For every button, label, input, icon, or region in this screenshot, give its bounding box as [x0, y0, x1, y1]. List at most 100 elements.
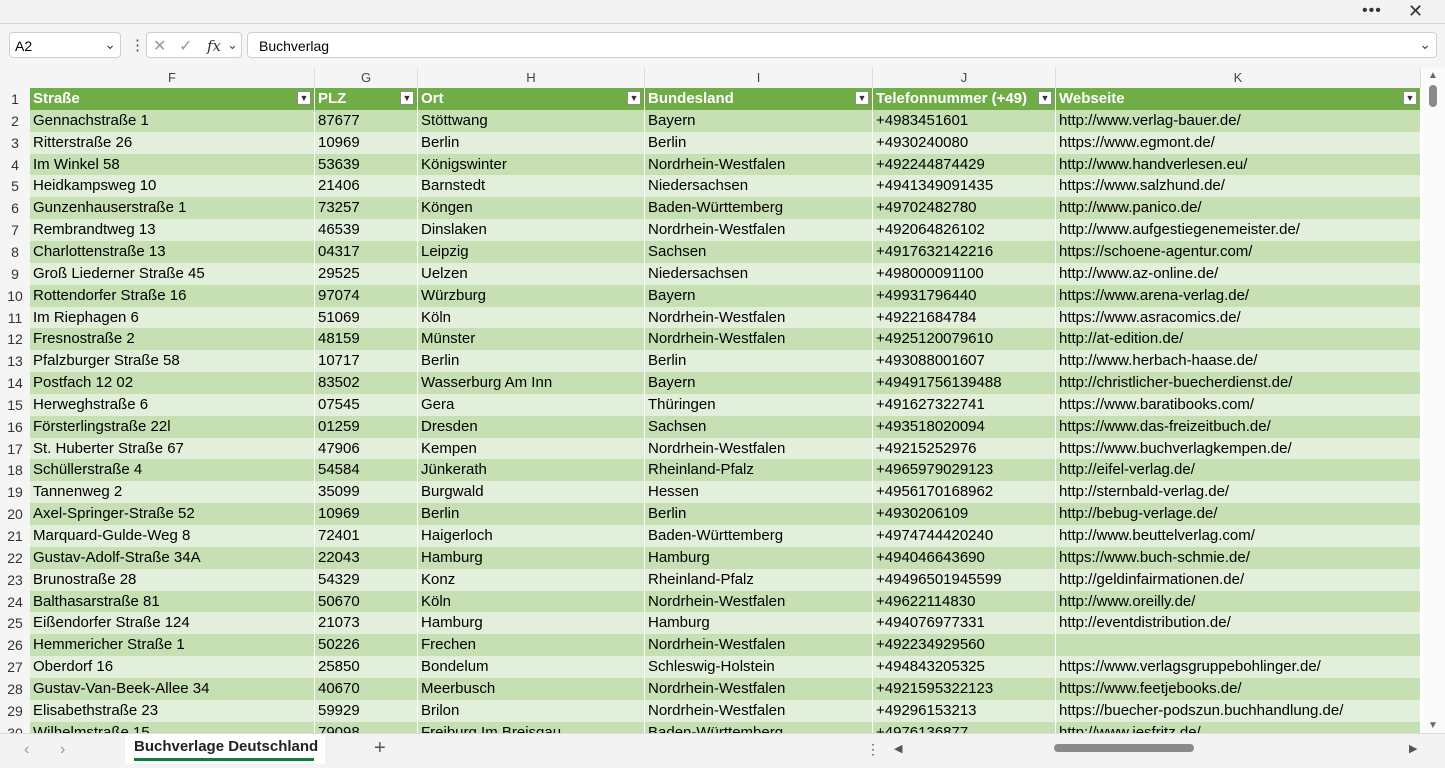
table-cell[interactable]: Rheinland-Pfalz	[645, 568, 873, 591]
more-options-icon[interactable]: •••	[1362, 2, 1382, 20]
scroll-left-icon[interactable]: ◀	[894, 742, 902, 755]
table-cell[interactable]: http://eventdistribution.de/	[1056, 612, 1421, 635]
table-cell[interactable]: Schüllerstraße 4	[30, 459, 315, 482]
prev-sheet-icon[interactable]: ‹	[24, 741, 29, 759]
table-cell[interactable]: 97074	[315, 284, 418, 307]
table-cell[interactable]: +4956170168962	[873, 481, 1056, 504]
table-cell[interactable]: 35099	[315, 481, 418, 504]
table-cell[interactable]: https://www.asracomics.de/	[1056, 306, 1421, 329]
row-number[interactable]: 30	[0, 721, 30, 733]
row-number[interactable]: 18	[0, 459, 30, 482]
row-number[interactable]: 9	[0, 262, 30, 285]
table-cell[interactable]: Niedersachsen	[645, 175, 873, 198]
vertical-scrollbar[interactable]: ▲ ▼	[1423, 68, 1445, 733]
table-cell[interactable]: Gunzenhauserstraße 1	[30, 197, 315, 220]
table-cell[interactable]: 87677	[315, 109, 418, 132]
table-cell[interactable]: +4965979029123	[873, 459, 1056, 482]
table-cell[interactable]: Würzburg	[418, 284, 645, 307]
table-cell[interactable]: http://sternbald-verlag.de/	[1056, 481, 1421, 504]
table-cell[interactable]: Kempen	[418, 437, 645, 460]
add-sheet-button[interactable]: +	[374, 737, 386, 760]
table-cell[interactable]: http://www.jesfritz.de/	[1056, 721, 1421, 733]
table-cell[interactable]: Axel-Springer-Straße 52	[30, 503, 315, 526]
chevron-down-icon[interactable]: ⌄	[104, 36, 116, 53]
column-header-g[interactable]: G	[315, 68, 418, 88]
table-cell[interactable]: Gustav-Adolf-Straße 34A	[30, 546, 315, 569]
table-cell[interactable]: Groß Liederner Straße 45	[30, 262, 315, 285]
row-number[interactable]: 7	[0, 219, 30, 242]
row-number[interactable]: 14	[0, 372, 30, 395]
row-number[interactable]: 23	[0, 568, 30, 591]
vertical-scroll-thumb[interactable]	[1429, 85, 1437, 107]
column-header-i[interactable]: I	[645, 68, 873, 88]
row-number[interactable]: 2	[0, 109, 30, 132]
table-cell[interactable]: +49702482780	[873, 197, 1056, 220]
table-cell[interactable]: Berlin	[645, 131, 873, 154]
cancel-icon[interactable]: ✕	[153, 36, 166, 56]
table-cell[interactable]: +491627322741	[873, 393, 1056, 416]
table-cell[interactable]: 50226	[315, 634, 418, 657]
table-cell[interactable]: Nordrhein-Westfalen	[645, 699, 873, 722]
table-cell[interactable]: 07545	[315, 393, 418, 416]
expand-formula-icon[interactable]: ⌄	[1419, 36, 1431, 53]
table-cell[interactable]: Hemmericher Straße 1	[30, 634, 315, 657]
table-cell[interactable]: Bondelum	[418, 656, 645, 679]
table-cell[interactable]: Rheinland-Pfalz	[645, 459, 873, 482]
row-number[interactable]: 29	[0, 699, 30, 722]
table-cell[interactable]: http://www.herbach-haase.de/	[1056, 350, 1421, 373]
table-cell[interactable]: Thüringen	[645, 393, 873, 416]
table-cell[interactable]: Balthasarstraße 81	[30, 590, 315, 613]
table-cell[interactable]: Herweghstraße 6	[30, 393, 315, 416]
column-header-j[interactable]: J	[873, 68, 1056, 88]
table-cell[interactable]: +492234929560	[873, 634, 1056, 657]
table-cell[interactable]: Nordrhein-Westfalen	[645, 153, 873, 176]
table-cell[interactable]: Charlottenstraße 13	[30, 240, 315, 263]
table-cell[interactable]: Rembrandtweg 13	[30, 219, 315, 242]
table-cell[interactable]: 73257	[315, 197, 418, 220]
table-cell[interactable]: Brunostraße 28	[30, 568, 315, 591]
column-header-f[interactable]: F	[30, 68, 315, 88]
table-cell[interactable]: +494843205325	[873, 656, 1056, 679]
table-cell[interactable]: Gennachstraße 1	[30, 109, 315, 132]
table-cell[interactable]: Rottendorfer Straße 16	[30, 284, 315, 307]
table-cell[interactable]: Hessen	[645, 481, 873, 504]
row-number[interactable]: 1	[0, 88, 30, 110]
table-cell[interactable]: Oberdorf 16	[30, 656, 315, 679]
table-cell[interactable]: Berlin	[418, 503, 645, 526]
table-cell[interactable]: 48159	[315, 328, 418, 351]
table-cell[interactable]: +494076977331	[873, 612, 1056, 635]
table-cell[interactable]: Niedersachsen	[645, 262, 873, 285]
table-cell[interactable]: +492064826102	[873, 219, 1056, 242]
table-cell[interactable]: 72401	[315, 525, 418, 547]
table-cell[interactable]: Ritterstraße 26	[30, 131, 315, 154]
table-cell[interactable]: 29525	[315, 262, 418, 285]
table-cell[interactable]: 59929	[315, 699, 418, 722]
row-number[interactable]: 3	[0, 131, 30, 154]
table-cell[interactable]: Nordrhein-Westfalen	[645, 306, 873, 329]
filter-dropdown-icon[interactable]: ▼	[297, 91, 311, 105]
table-cell[interactable]: Köln	[418, 590, 645, 613]
table-cell[interactable]: http://www.oreilly.de/	[1056, 590, 1421, 613]
table-cell[interactable]: Nordrhein-Westfalen	[645, 677, 873, 700]
scroll-down-icon[interactable]: ▼	[1428, 720, 1438, 731]
table-cell[interactable]: Nordrhein-Westfalen	[645, 219, 873, 242]
table-cell[interactable]: Nordrhein-Westfalen	[645, 634, 873, 657]
table-cell[interactable]: 10969	[315, 131, 418, 154]
table-cell[interactable]: 46539	[315, 219, 418, 242]
filter-dropdown-icon[interactable]: ▼	[1403, 91, 1417, 105]
table-cell[interactable]: +492244874429	[873, 153, 1056, 176]
table-cell[interactable]: +4921595322123	[873, 677, 1056, 700]
table-cell[interactable]: 10717	[315, 350, 418, 373]
table-cell[interactable]: https://www.verlagsgruppebohlinger.de/	[1056, 656, 1421, 679]
table-cell[interactable]: Jünkerath	[418, 459, 645, 482]
table-cell[interactable]: https://www.das-freizeitbuch.de/	[1056, 415, 1421, 438]
table-cell[interactable]: Bayern	[645, 109, 873, 132]
table-cell[interactable]: Wasserburg Am Inn	[418, 372, 645, 395]
table-cell[interactable]: Gustav-Van-Beek-Allee 34	[30, 677, 315, 700]
table-cell[interactable]: Stöttwang	[418, 109, 645, 132]
table-cell[interactable]: +494046643690	[873, 546, 1056, 569]
table-cell[interactable]: Haigerloch	[418, 525, 645, 547]
table-cell[interactable]: Pfalzburger Straße 58	[30, 350, 315, 373]
table-cell[interactable]: http://www.aufgestiegenemeister.de/	[1056, 219, 1421, 242]
table-cell[interactable]: +4917632142216	[873, 240, 1056, 263]
